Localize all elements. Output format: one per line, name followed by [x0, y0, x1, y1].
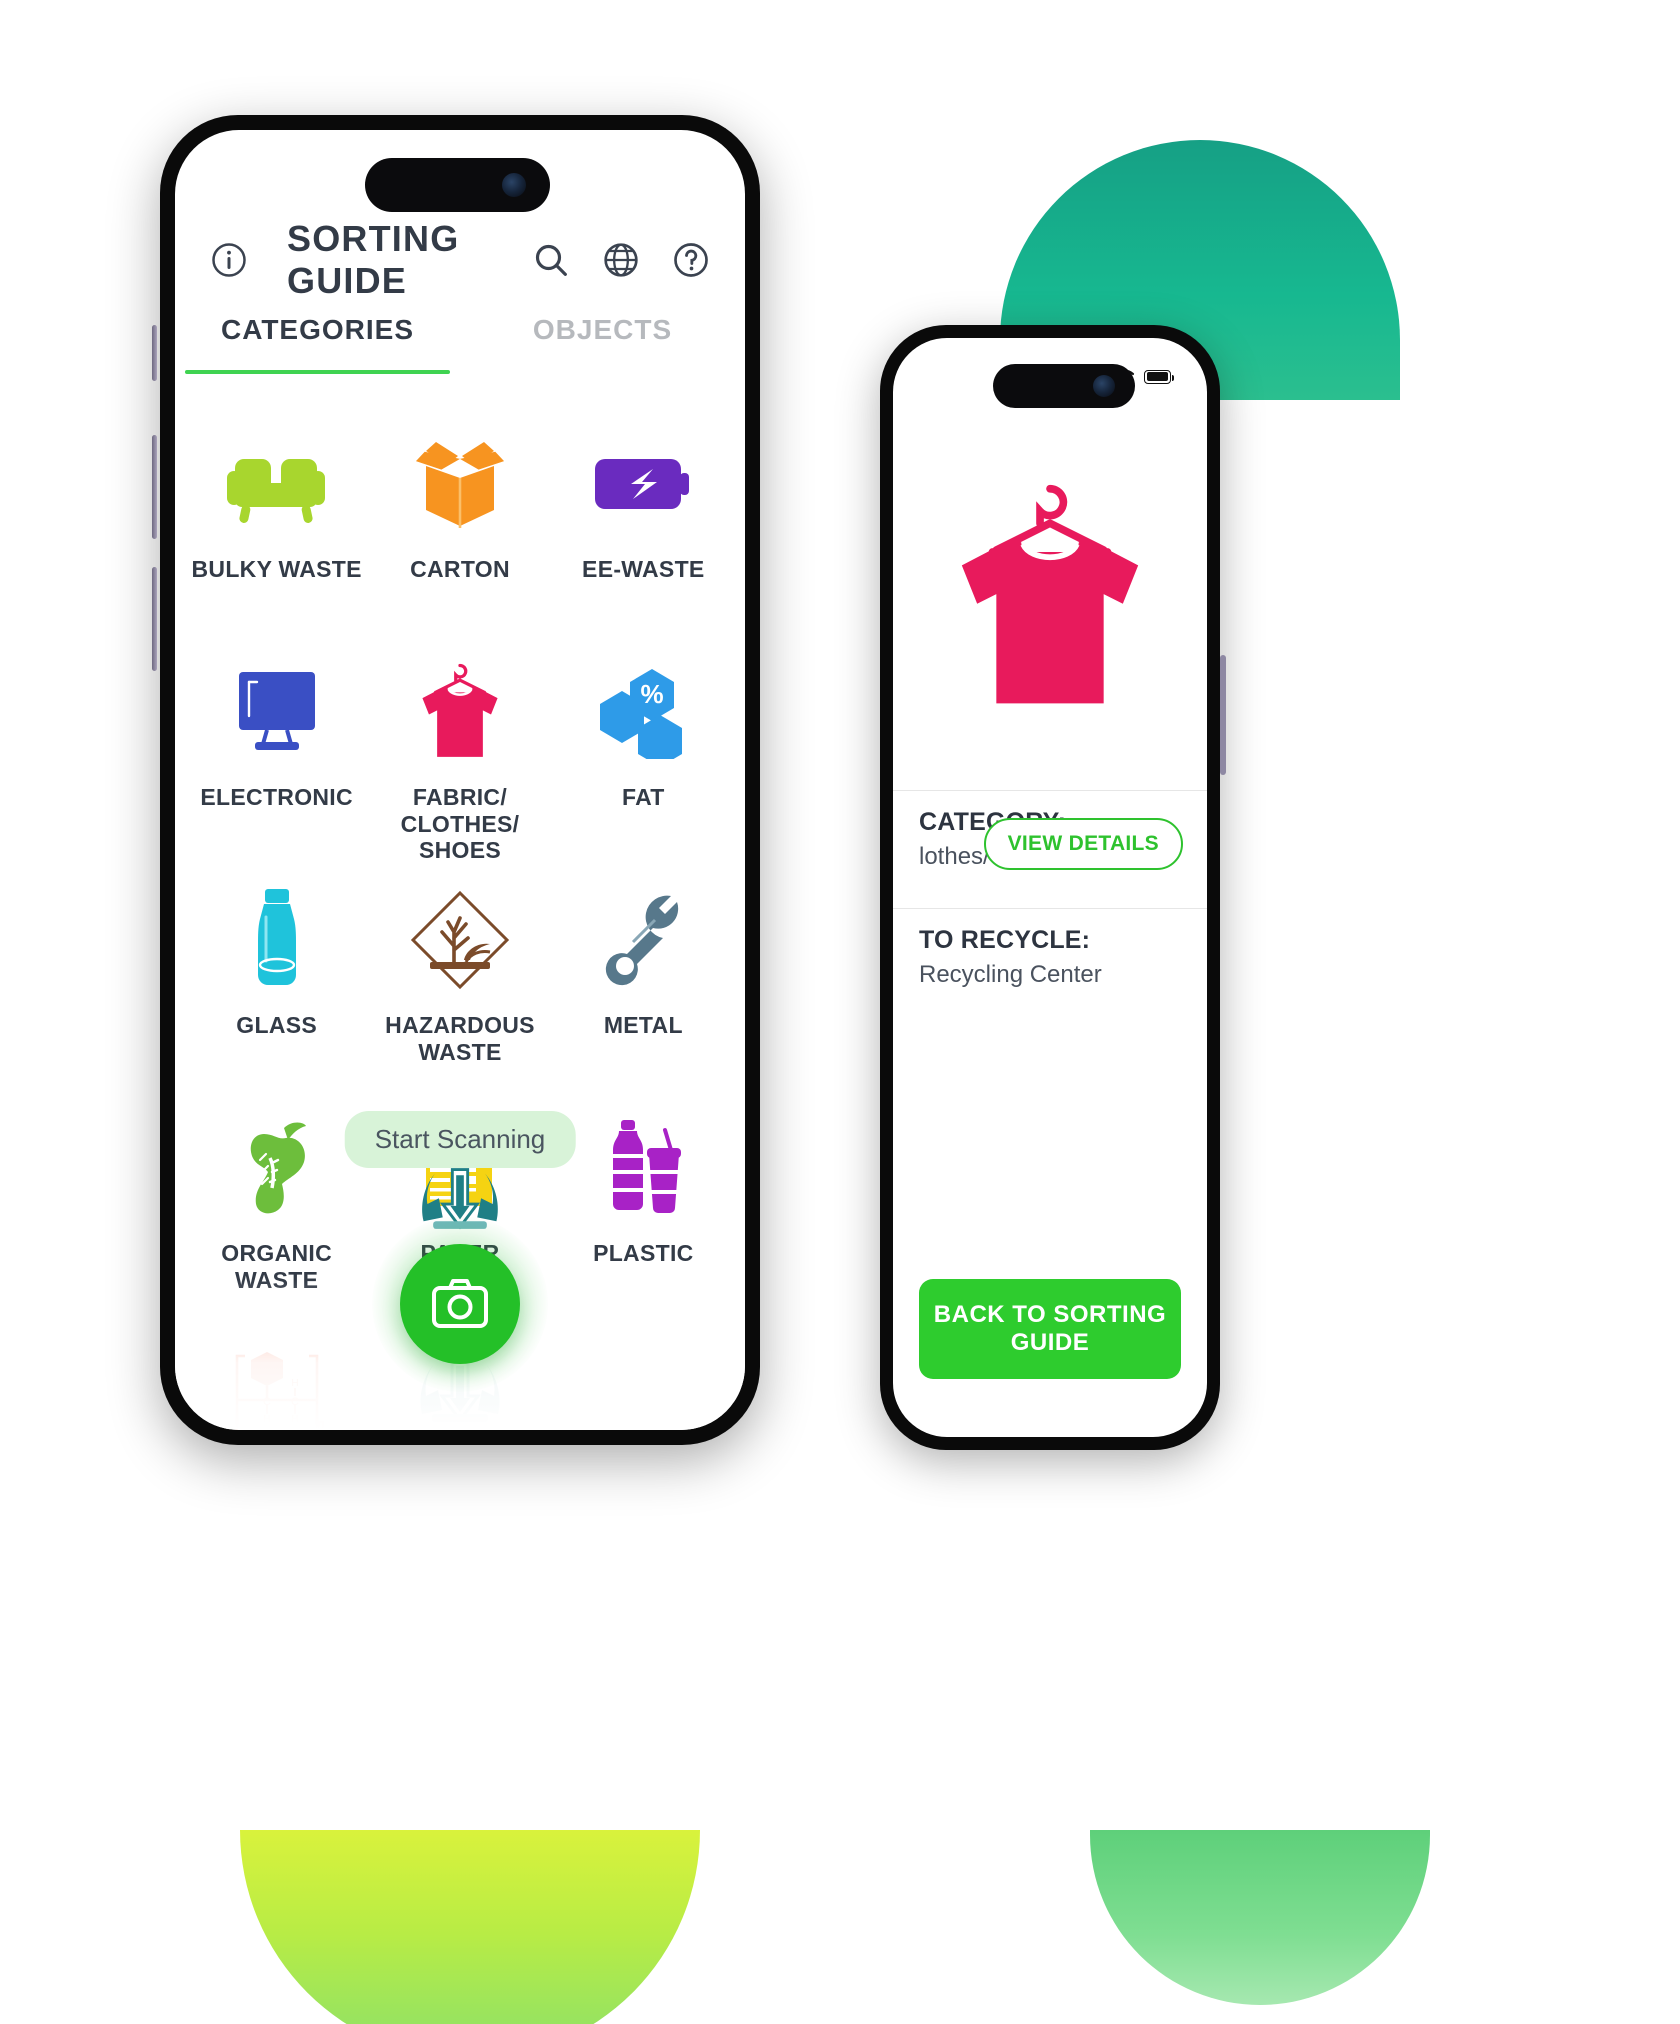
app-header: SORTING GUIDE: [175, 218, 745, 302]
front-camera-lens: [502, 173, 526, 197]
search-icon[interactable]: [531, 240, 571, 280]
svg-text:n: n: [317, 1416, 325, 1430]
recycle-label: TO RECYCLE:: [919, 926, 1091, 954]
camera-icon: [432, 1279, 488, 1328]
decorative-blob-lime: [240, 1830, 700, 2024]
category-label: PLASTIC: [593, 1240, 694, 1266]
left-phone-screen: SORTING GUIDE CATEGORIES OBJECTS BULKY W…: [175, 130, 745, 1430]
category-item-fat[interactable]: % FAT: [552, 642, 735, 870]
mute-switch[interactable]: [152, 325, 157, 381]
tab-bar: CATEGORIES OBJECTS: [175, 302, 745, 374]
category-label: EE-WASTE: [582, 556, 705, 582]
category-label: HAZARDOUS WASTE: [385, 1012, 535, 1065]
category-label: ORGANIC WASTE: [221, 1240, 333, 1293]
category-item-polystyrene[interactable]: C C H H H n POLYSTYRENE: [185, 1326, 368, 1430]
front-camera-lens: [1093, 375, 1115, 397]
page-title: SORTING GUIDE: [287, 218, 460, 301]
globe-icon[interactable]: [601, 240, 641, 280]
apple-core-icon: [230, 1112, 324, 1224]
category-label: FAT: [622, 784, 665, 810]
hero-image: [893, 418, 1207, 778]
hexagons-percent-icon: %: [594, 656, 692, 768]
monitor-icon: [227, 656, 327, 768]
category-item-glass[interactable]: GLASS: [185, 870, 368, 1098]
screenshot-root: CATEGORY: lothes/Shoes VIEW DETAILS TO R…: [0, 0, 1680, 2024]
category-label: FABRIC/ CLOTHES/ SHOES: [400, 784, 520, 864]
battery-full-icon: [1144, 369, 1174, 384]
category-item-hazardous-waste[interactable]: HAZARDOUS WASTE: [368, 870, 551, 1098]
category-label: ELECTRONIC: [200, 784, 353, 810]
sofa-icon: [223, 428, 331, 540]
category-label: CARTON: [410, 556, 510, 582]
glass-bottle-icon: [246, 884, 308, 996]
polystyrene-molecule-icon: C C H H H n: [225, 1340, 329, 1430]
category-item-bulky-waste[interactable]: BULKY WASTE: [185, 414, 368, 642]
category-item-placeholder: [552, 1326, 735, 1430]
volume-up-button[interactable]: [152, 435, 157, 539]
volume-down-button[interactable]: [152, 567, 157, 671]
recycle-block: TO RECYCLE: Recycling Center: [919, 926, 1181, 989]
category-item-organic-waste[interactable]: ORGANIC WASTE: [185, 1098, 368, 1326]
info-circle-icon[interactable]: [209, 240, 249, 280]
category-label: BULKY WASTE: [191, 556, 362, 582]
dynamic-island: [993, 364, 1135, 408]
back-to-sorting-guide-button[interactable]: BACK TO SORTING GUIDE: [919, 1279, 1181, 1379]
category-item-ee-waste[interactable]: EE-WASTE: [552, 414, 735, 642]
view-details-button[interactable]: VIEW DETAILS: [983, 818, 1183, 870]
power-button[interactable]: [1220, 655, 1226, 775]
battery-bolt-icon: [591, 428, 695, 540]
plastic-bottles-icon: [599, 1112, 687, 1224]
dynamic-island: [365, 158, 550, 212]
hazard-diamond-icon: [408, 884, 512, 996]
divider: [893, 908, 1207, 909]
category-label: METAL: [603, 1012, 683, 1038]
tshirt-hanger-icon: [961, 484, 1139, 704]
category-item-carton[interactable]: CARTON: [368, 414, 551, 642]
category-item-plastic[interactable]: PLASTIC: [552, 1098, 735, 1326]
category-label: GLASS: [236, 1012, 318, 1038]
svg-text:H: H: [263, 1414, 270, 1425]
tab-objects[interactable]: OBJECTS: [460, 302, 745, 374]
category-item-fabric-clothes-shoes[interactable]: FABRIC/ CLOTHES/ SHOES: [368, 642, 551, 870]
divider: [893, 790, 1207, 791]
tshirt-hanger-icon: [411, 656, 509, 768]
left-phone-frame: SORTING GUIDE CATEGORIES OBJECTS BULKY W…: [152, 110, 765, 1450]
svg-text:%: %: [641, 679, 664, 709]
tab-categories[interactable]: CATEGORIES: [175, 302, 460, 374]
decorative-blob-green: [1090, 1830, 1430, 2005]
scan-camera-button[interactable]: [400, 1244, 520, 1364]
right-phone-frame: CATEGORY: lothes/Shoes VIEW DETAILS TO R…: [875, 320, 1226, 1455]
carton-box-icon: [412, 428, 508, 540]
svg-text:H: H: [291, 1414, 298, 1425]
category-item-metal[interactable]: METAL: [552, 870, 735, 1098]
scan-fab-wrapper: [372, 1168, 548, 1392]
wrench-icon: [601, 884, 685, 996]
svg-text:H: H: [291, 1378, 298, 1389]
right-phone-screen: CATEGORY: lothes/Shoes VIEW DETAILS TO R…: [893, 338, 1207, 1437]
category-item-electronic[interactable]: ELECTRONIC: [185, 642, 368, 870]
header-actions: [531, 240, 711, 280]
recycle-value: Recycling Center: [919, 961, 1102, 988]
help-circle-icon[interactable]: [671, 240, 711, 280]
